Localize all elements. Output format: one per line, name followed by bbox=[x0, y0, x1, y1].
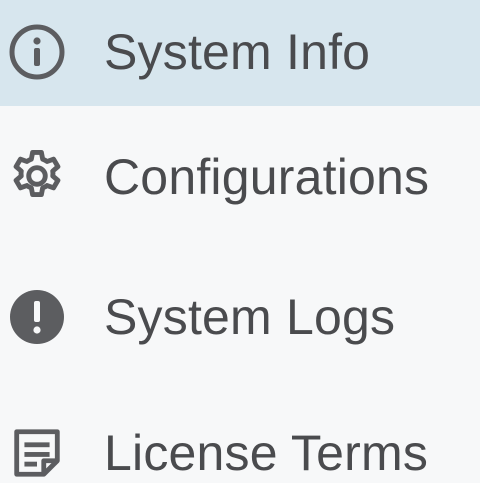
menu-item-label: System Logs bbox=[104, 289, 396, 345]
gear-icon bbox=[4, 144, 70, 210]
menu-item-label: System Info bbox=[104, 24, 371, 80]
menu-item-label: License Terms bbox=[104, 425, 429, 481]
menu-item-license-terms[interactable]: License Terms bbox=[0, 399, 480, 483]
menu-item-label: Configurations bbox=[104, 149, 430, 205]
menu-item-system-info[interactable]: System Info bbox=[0, 0, 480, 106]
info-circle-icon bbox=[4, 19, 70, 85]
alert-circle-icon bbox=[4, 284, 70, 350]
document-icon bbox=[4, 420, 70, 483]
settings-menu: System Info Configurations System Logs L… bbox=[0, 0, 480, 483]
menu-item-system-logs[interactable]: System Logs bbox=[0, 263, 480, 371]
menu-item-configurations[interactable]: Configurations bbox=[0, 123, 480, 231]
